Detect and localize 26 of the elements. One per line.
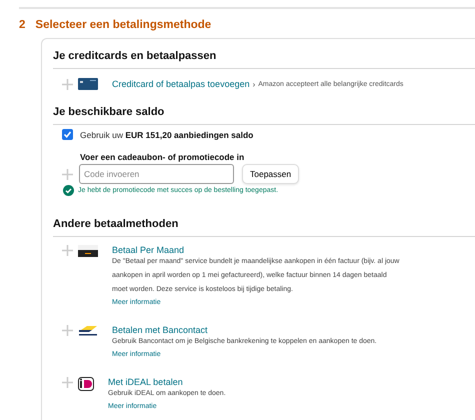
bancontact-logo-icon [78,325,98,337]
code-input-field[interactable]: Code invoeren [79,164,234,184]
add-card-link[interactable]: Creditcard of betaalpas toevoegen [112,79,250,89]
card-icon [78,245,98,257]
plus-icon [62,168,73,180]
promo-label: Voer een cadeaubon- of promotiecode in [80,152,246,162]
card-icon [78,78,98,90]
success-check-icon [63,185,74,196]
plus-icon [62,78,73,90]
step-title: Selecteer een betalingsmethode [35,19,212,31]
payment-method-link[interactable]: Met iDEAL betalen [108,377,398,388]
checkbox[interactable] [62,129,73,140]
section-heading: Je beschikbare saldo [53,106,166,118]
balance-label: Gebruik uw EUR 151,20 aanbiedingen saldo [80,130,254,140]
step-number: 2 [19,19,26,31]
section-heading: Andere betaalmethoden [53,218,180,230]
payment-method-link[interactable]: Betaal Per Maand [112,245,402,256]
plus-icon [62,325,73,336]
checkmark-icon [63,130,72,139]
chevron-icon: › [252,80,256,88]
ideal-logo-icon [78,377,94,391]
plus-icon [62,377,73,388]
section-heading: Je creditcards en betaalpassen [53,50,218,62]
apply-button[interactable]: Toepassen [242,164,300,184]
payment-method-link[interactable]: Betalen met Bancontact [112,325,402,336]
plus-icon [62,245,73,256]
